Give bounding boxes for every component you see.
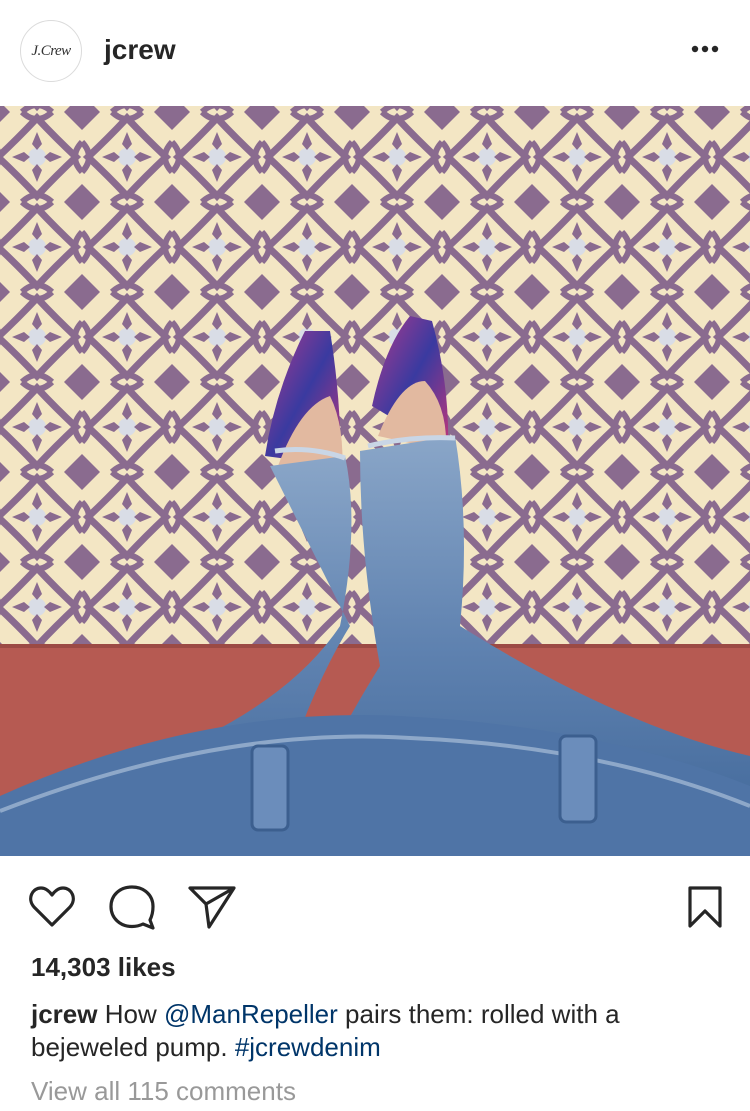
caption-text: How [104, 999, 164, 1029]
avatar[interactable]: J.Crew [20, 20, 82, 82]
view-comments-link[interactable]: View all 115 comments [31, 1076, 296, 1107]
comment-button[interactable] [107, 882, 157, 932]
post-username[interactable]: jcrew [104, 34, 176, 66]
post-caption: jcrew How @ManRepeller pairs them: rolle… [31, 998, 721, 1064]
save-button[interactable] [680, 882, 730, 932]
post-actions [0, 856, 750, 952]
avatar-logo-text: J.Crew [31, 42, 71, 59]
more-options-button[interactable] [690, 34, 720, 64]
post-photo[interactable] [0, 106, 750, 856]
caption-username[interactable]: jcrew [31, 999, 98, 1029]
post-header: J.Crew jcrew [0, 0, 750, 106]
bookmark-icon [688, 886, 722, 928]
comment-icon [109, 885, 155, 930]
share-button[interactable] [187, 882, 237, 932]
more-horizontal-icon [691, 45, 719, 53]
caption-hashtag[interactable]: #jcrewdenim [235, 1032, 381, 1062]
heart-icon [29, 886, 75, 927]
likes-count[interactable]: 14,303 likes [31, 952, 176, 983]
paper-plane-icon [188, 886, 236, 929]
caption-mention[interactable]: @ManRepeller [164, 999, 338, 1029]
like-button[interactable] [27, 882, 77, 932]
post-image [0, 106, 750, 856]
